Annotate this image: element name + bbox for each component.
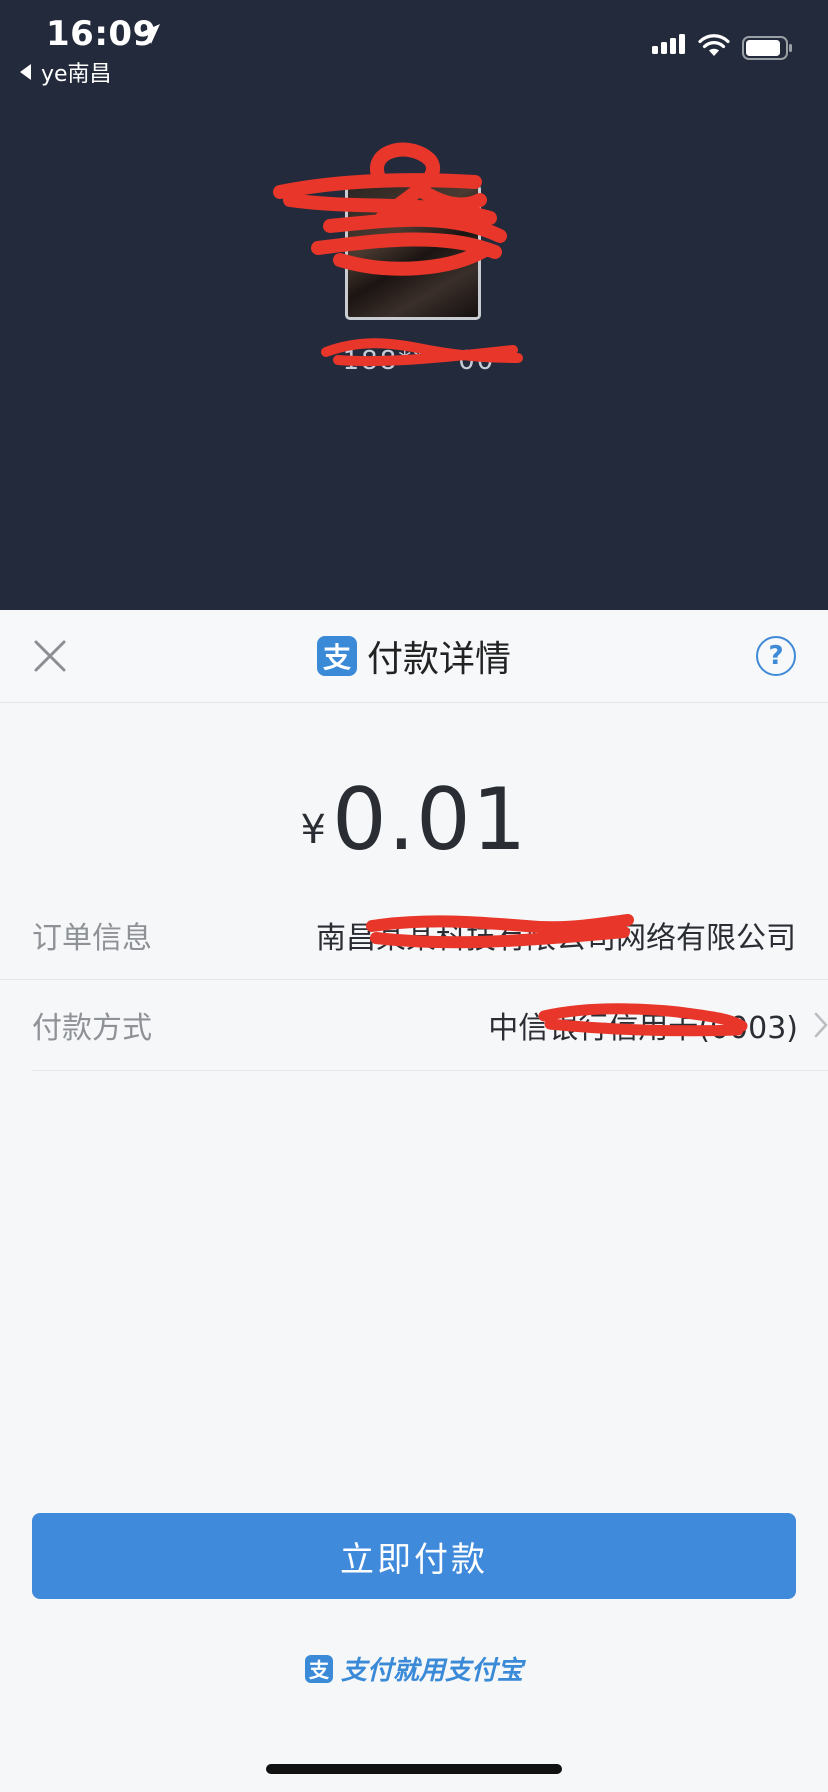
payment-amount: ¥0.01: [0, 770, 828, 870]
back-app-label: ye南昌: [41, 62, 112, 87]
slogan-text: 支付就用支付宝: [340, 1656, 523, 1686]
alipay-small-logo-icon: 支: [304, 1654, 333, 1683]
redaction-scribble-account: [321, 338, 523, 367]
home-indicator[interactable]: [266, 1764, 562, 1774]
payment-sheet: 支 付款详情 ? ¥0.01 订单信息 南昌某某科技有限公司网络有限公司 付款方…: [0, 610, 828, 1792]
merchant-header: 16:09 ye南昌 188****00: [0, 0, 828, 610]
back-to-app-button[interactable]: ye南昌: [20, 56, 112, 88]
back-arrow-icon: [20, 64, 31, 80]
currency-symbol: ¥: [300, 807, 326, 853]
help-icon[interactable]: ?: [756, 636, 796, 676]
redaction-scribble-avatar: [273, 142, 507, 276]
sheet-title: 付款详情: [366, 639, 511, 680]
order-info-label: 订单信息: [32, 920, 152, 956]
cellular-signal-icon: [652, 34, 685, 54]
redaction-scribble-method: [538, 1003, 748, 1037]
amount-value: 0.01: [331, 770, 528, 870]
redaction-scribble-order: [366, 914, 634, 949]
payment-method-label: 付款方式: [32, 1011, 152, 1046]
location-arrow-icon: [140, 24, 160, 44]
battery-icon: [742, 36, 792, 60]
chevron-right-icon: [814, 1012, 828, 1038]
sheet-header: 支 付款详情 ?: [0, 610, 828, 703]
sheet-title-group: 支 付款详情: [0, 610, 828, 702]
alipay-logo-icon: 支: [316, 636, 357, 676]
alipay-slogan: 支 支付就用支付宝: [0, 1650, 828, 1687]
pay-now-button[interactable]: 立即付款: [32, 1513, 796, 1599]
wifi-icon: [698, 34, 730, 56]
